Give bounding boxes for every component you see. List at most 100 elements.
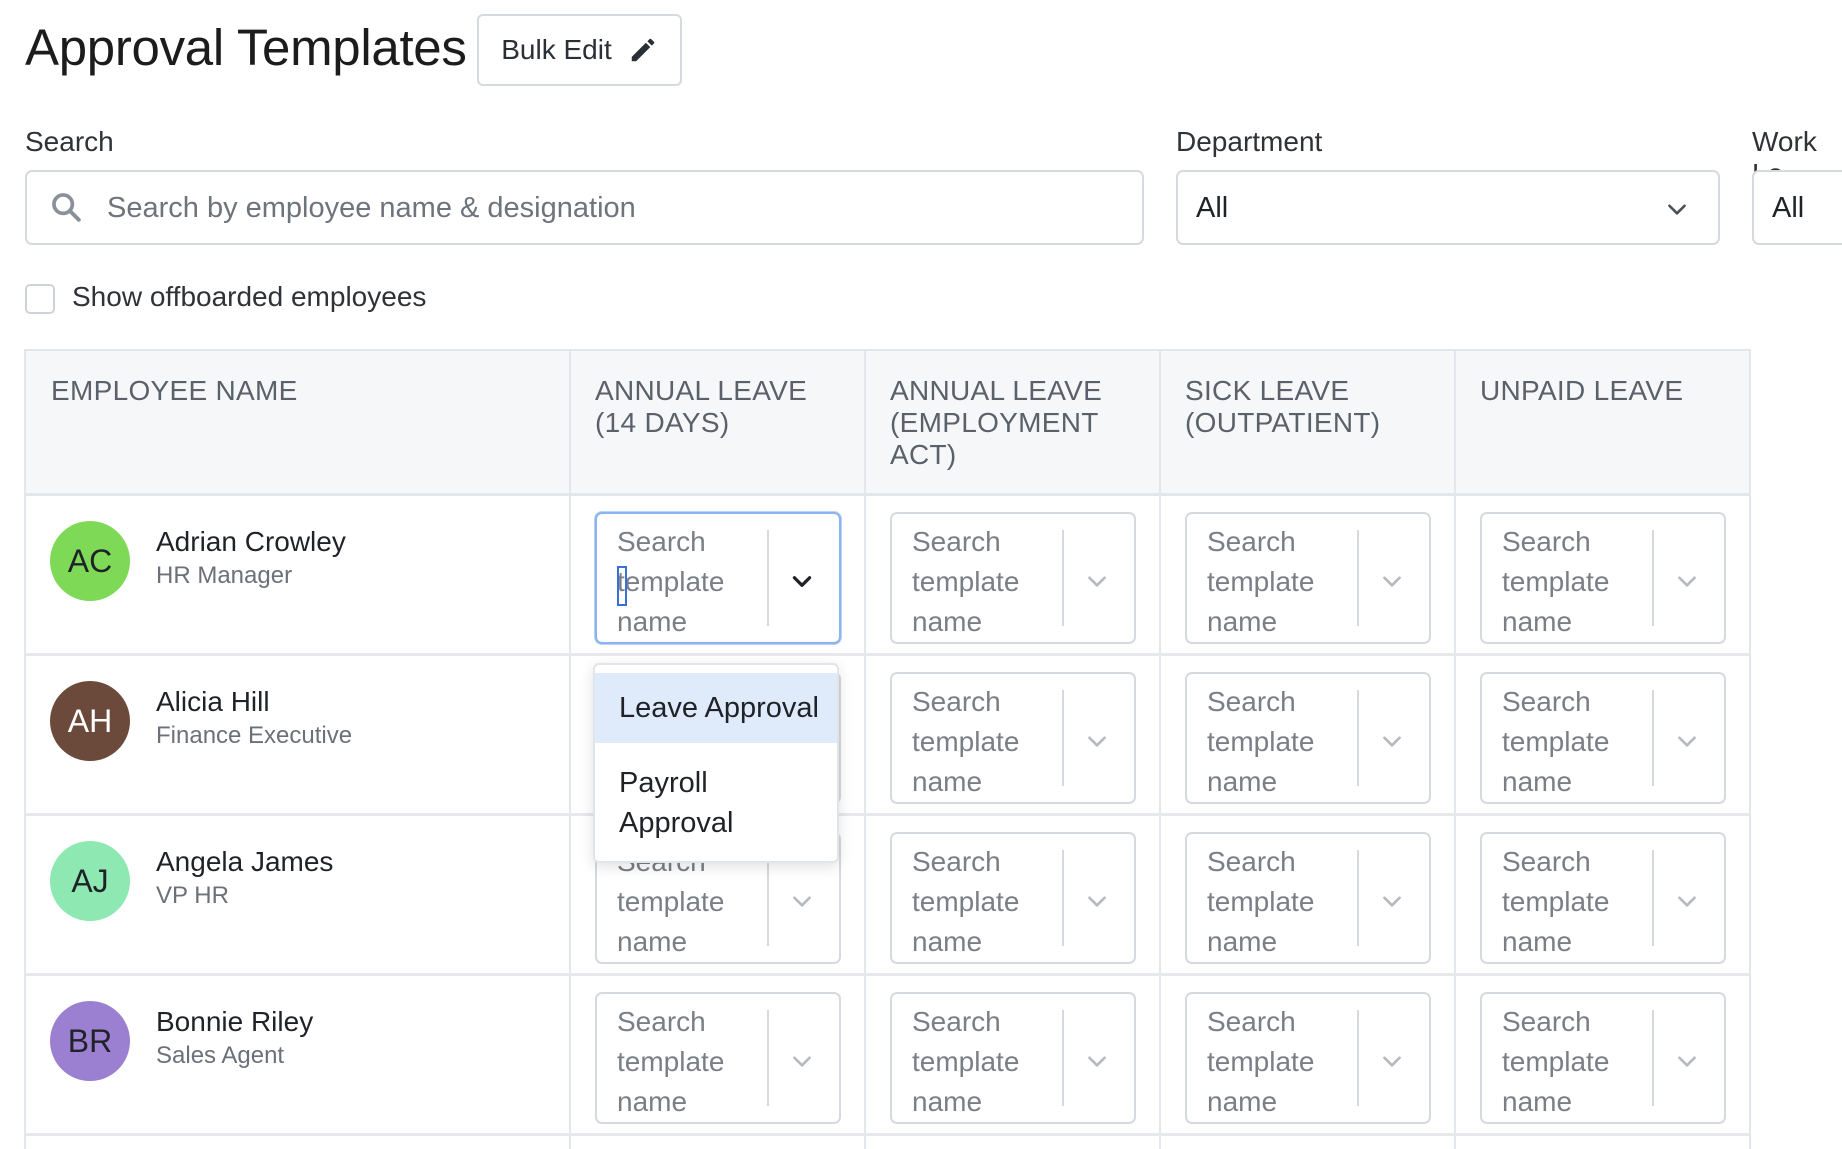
employee-name: Adrian Crowley [156, 526, 346, 557]
chevron-down-icon[interactable] [1379, 728, 1405, 754]
work-location-select[interactable]: All [1752, 170, 1842, 245]
table-row: AJ Angela James VP HR Search template na… [26, 816, 1749, 976]
search-icon [52, 193, 81, 222]
chevron-down-icon[interactable] [789, 1048, 815, 1074]
search-placeholder: Search by employee name & designation [107, 192, 636, 224]
template-placeholder: Search template name [1207, 686, 1315, 797]
select-separator [1357, 1010, 1359, 1106]
chevron-down-icon[interactable] [1084, 888, 1110, 914]
template-select[interactable]: Search template name [1185, 832, 1431, 964]
template-select[interactable]: Search template name [595, 512, 841, 644]
chevron-down-icon[interactable] [1674, 888, 1700, 914]
template-placeholder: Search template name [912, 526, 1020, 637]
template-select[interactable]: Search template name [1185, 512, 1431, 644]
table-row: AC Adrian Crowley HR Manager Search temp… [26, 496, 1749, 656]
chevron-down-icon[interactable] [1379, 888, 1405, 914]
search-input[interactable]: Search by employee name & designation [25, 170, 1144, 245]
select-separator [1652, 850, 1654, 946]
employee-title: VP HR [156, 882, 229, 909]
template-placeholder: Search template name [1207, 526, 1315, 637]
select-separator [1062, 1010, 1064, 1106]
template-placeholder: Search template name [912, 1006, 1020, 1117]
select-separator [1652, 690, 1654, 786]
dropdown-option-payroll-approval[interactable]: Payroll Approval [595, 763, 837, 843]
template-select[interactable]: Search template name [1480, 512, 1726, 644]
table-row: BR Bonnie Riley Sales Agent Search templ… [26, 976, 1749, 1136]
select-separator [1652, 530, 1654, 626]
select-separator [1357, 530, 1359, 626]
employee-title: Finance Executive [156, 722, 353, 749]
template-select[interactable]: Search template name [595, 992, 841, 1124]
select-separator [1357, 690, 1359, 786]
template-placeholder: Search template name [912, 686, 1020, 797]
department-value: All [1196, 192, 1229, 224]
table-header: EMPLOYEE NAME ANNUAL LEAVE (14 DAYS) ANNU… [26, 349, 1749, 496]
template-placeholder: Search template name [1207, 1006, 1315, 1117]
chevron-down-icon[interactable] [789, 568, 815, 594]
chevron-down-icon[interactable] [1674, 568, 1700, 594]
avatar: AH [50, 681, 130, 761]
template-select[interactable]: Search template name [1185, 992, 1431, 1124]
bulk-edit-button[interactable]: Bulk Edit [477, 14, 682, 86]
template-placeholder: Search template name [617, 1006, 725, 1117]
template-placeholder: Search template name [1502, 846, 1610, 957]
chevron-down-icon[interactable] [1674, 1048, 1700, 1074]
template-select[interactable]: Search template name [890, 672, 1136, 804]
chevron-down-icon[interactable] [1084, 1048, 1110, 1074]
template-placeholder: Search template name [1502, 1006, 1610, 1117]
bulk-edit-label: Bulk Edit [501, 34, 612, 65]
template-placeholder: Search template name [617, 526, 725, 637]
approval-table: EMPLOYEE NAME ANNUAL LEAVE (14 DAYS) ANNU… [24, 349, 1751, 1149]
header-unpaid-leave: UNPAID LEAVE [1480, 375, 1684, 406]
offboarded-label: Show offboarded employees [72, 281, 427, 312]
avatar: AJ [50, 841, 130, 921]
template-select[interactable]: Search template name [1480, 672, 1726, 804]
employee-title: HR Manager [156, 562, 293, 589]
select-separator [767, 530, 769, 626]
select-separator [767, 850, 769, 946]
header-sick-leave: SICK LEAVE (OUTPATIENT) [1185, 375, 1381, 438]
table-row: AH Alicia Hill Finance Executive Search … [26, 656, 1749, 816]
template-select[interactable]: Search template name [890, 832, 1136, 964]
chevron-down-icon[interactable] [1379, 568, 1405, 594]
template-select[interactable]: Search template name [1185, 672, 1431, 804]
header-annual-leave-14: ANNUAL LEAVE (14 DAYS) [595, 375, 808, 438]
avatar: AC [50, 521, 130, 601]
template-placeholder: Search template name [1502, 526, 1610, 637]
select-separator [1357, 850, 1359, 946]
template-placeholder: Search template name [1207, 846, 1315, 957]
template-dropdown-menu: Leave Approval Payroll Approval [593, 663, 839, 863]
select-separator [767, 1010, 769, 1106]
work-location-value: All [1772, 192, 1805, 224]
chevron-down-icon[interactable] [1084, 568, 1110, 594]
template-select[interactable]: Search template name [890, 512, 1136, 644]
employee-name: Bonnie Riley [156, 1006, 314, 1037]
chevron-down-icon [1668, 204, 1686, 215]
template-placeholder: Search template name [1502, 686, 1610, 797]
template-placeholder: Search template name [912, 846, 1020, 957]
pencil-icon [631, 38, 654, 62]
select-separator [1652, 1010, 1654, 1106]
department-label: Department [1176, 126, 1323, 157]
header-annual-leave-ea: ANNUAL LEAVE (EMPLOYMENT ACT) [890, 375, 1103, 470]
chevron-down-icon[interactable] [1674, 728, 1700, 754]
avatar: BR [50, 1001, 130, 1081]
chevron-down-icon[interactable] [789, 888, 815, 914]
text-caret [617, 566, 627, 606]
dropdown-option-leave-approval[interactable]: Leave Approval [595, 673, 837, 743]
offboarded-checkbox[interactable] [25, 284, 55, 314]
chevron-down-icon[interactable] [1084, 728, 1110, 754]
header-employee-name: EMPLOYEE NAME [51, 375, 298, 406]
template-select[interactable]: Search template name [1480, 992, 1726, 1124]
template-select[interactable]: Search template name [1480, 832, 1726, 964]
select-separator [1062, 530, 1064, 626]
template-select[interactable]: Search template name [890, 992, 1136, 1124]
employee-title: Sales Agent [156, 1042, 285, 1069]
department-select[interactable]: All [1176, 170, 1720, 245]
employee-name: Angela James [156, 846, 334, 877]
select-separator [1062, 690, 1064, 786]
employee-name: Alicia Hill [156, 686, 270, 717]
search-label: Search [25, 126, 114, 157]
select-separator [1062, 850, 1064, 946]
chevron-down-icon[interactable] [1379, 1048, 1405, 1074]
